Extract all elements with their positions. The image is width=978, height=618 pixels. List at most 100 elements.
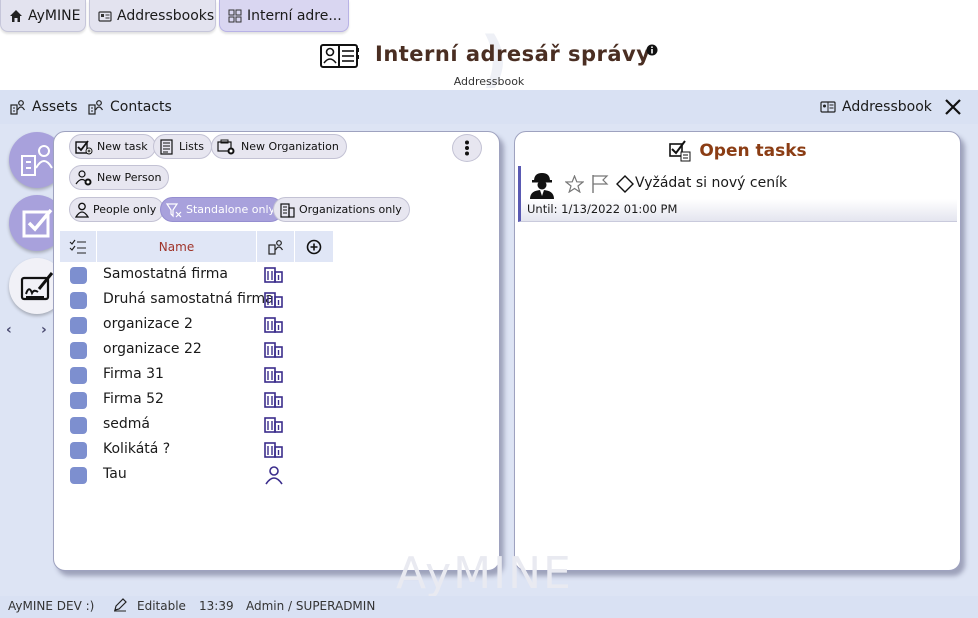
close-button[interactable] bbox=[944, 90, 962, 124]
row-checkbox[interactable] bbox=[70, 367, 87, 384]
contacts-list: Samostatná firma Druhá samostatná firma … bbox=[60, 262, 334, 487]
row-name[interactable]: sedmá bbox=[103, 416, 150, 432]
person-add-icon bbox=[75, 169, 93, 186]
filter-people-label: People only bbox=[93, 203, 157, 216]
contacts-icon bbox=[88, 99, 104, 115]
task-check-icon bbox=[20, 206, 54, 240]
pencil-icon bbox=[113, 598, 127, 612]
nav-addressbook-label: Addressbook bbox=[842, 99, 932, 115]
nav-contacts[interactable]: Contacts bbox=[88, 90, 172, 124]
filter-standalone-only[interactable]: Standalone only bbox=[160, 197, 284, 222]
page-title: Interní adresář správy bbox=[375, 42, 651, 66]
table-row[interactable]: Druhá samostatná firma bbox=[60, 287, 334, 312]
info-icon[interactable] bbox=[646, 44, 658, 56]
person-icon bbox=[264, 466, 284, 485]
task-card[interactable]: Vyžádat si nový ceník Until: 1/13/2022 0… bbox=[518, 166, 957, 222]
grid-icon bbox=[228, 9, 242, 23]
organization-icon bbox=[264, 341, 284, 358]
organization-icon bbox=[264, 391, 284, 408]
table-row[interactable]: Firma 52 bbox=[60, 387, 334, 412]
tab-label: Interní adre... bbox=[247, 7, 342, 24]
row-checkbox[interactable] bbox=[70, 342, 87, 359]
tab-label: AyMINE bbox=[28, 7, 81, 24]
new-person-button[interactable]: New Person bbox=[69, 165, 170, 190]
row-checkbox[interactable] bbox=[70, 317, 87, 334]
tab-label: Addressbooks bbox=[117, 7, 215, 24]
tab-aymine[interactable]: AyMINE bbox=[0, 0, 86, 32]
tab-addressbooks[interactable]: Addressbooks bbox=[89, 0, 216, 32]
select-all-column[interactable] bbox=[60, 231, 97, 262]
contacts-panel: New task Lists New Organization New Pers… bbox=[53, 131, 500, 571]
top-tabs: AyMINE Addressbooks Interní adre... bbox=[0, 0, 978, 32]
type-column-header[interactable] bbox=[257, 231, 295, 262]
task-check-icon bbox=[669, 140, 691, 162]
tab-interni-adresar[interactable]: Interní adre... bbox=[219, 0, 349, 32]
page-header: ) Interní adresář správy Addressbook bbox=[0, 32, 978, 90]
row-checkbox[interactable] bbox=[70, 267, 87, 284]
table-row[interactable]: Kolikátá ? bbox=[60, 437, 334, 462]
row-checkbox[interactable] bbox=[70, 417, 87, 434]
organization-icon bbox=[264, 366, 284, 383]
row-checkbox[interactable] bbox=[70, 467, 87, 484]
close-icon bbox=[944, 98, 962, 116]
worker-avatar-icon bbox=[529, 171, 555, 199]
table-row[interactable]: Samostatná firma bbox=[60, 262, 334, 287]
nav-assets[interactable]: Assets bbox=[10, 90, 78, 124]
task-title[interactable]: Vyžádat si nový ceník bbox=[635, 175, 787, 191]
sign-document-icon bbox=[19, 269, 55, 303]
lists-button[interactable]: Lists bbox=[153, 134, 212, 159]
home-icon bbox=[9, 9, 23, 23]
row-checkbox[interactable] bbox=[70, 442, 87, 459]
row-name[interactable]: Firma 52 bbox=[103, 391, 164, 407]
contacts-icon bbox=[267, 239, 284, 255]
new-organization-button[interactable]: New Organization bbox=[211, 134, 347, 159]
table-row[interactable]: sedmá bbox=[60, 412, 334, 437]
row-name[interactable]: Druhá samostatná firma bbox=[103, 291, 274, 307]
add-column-button[interactable] bbox=[295, 231, 334, 262]
list-icon bbox=[159, 138, 175, 155]
nav-addressbook[interactable]: Addressbook bbox=[820, 90, 932, 124]
row-name[interactable]: organizace 2 bbox=[103, 316, 193, 332]
new-task-icon bbox=[75, 139, 93, 155]
flag-icon[interactable] bbox=[591, 174, 609, 194]
more-menu-button[interactable] bbox=[452, 134, 482, 162]
checklist-icon bbox=[69, 239, 87, 255]
star-icon[interactable] bbox=[565, 175, 584, 193]
task-due-date: Until: 1/13/2022 01:00 PM bbox=[527, 202, 678, 216]
table-row[interactable]: organizace 2 bbox=[60, 312, 334, 337]
new-task-button[interactable]: New task bbox=[69, 134, 156, 159]
row-checkbox[interactable] bbox=[70, 292, 87, 309]
row-name[interactable]: Tau bbox=[103, 466, 127, 482]
status-user[interactable]: Admin / SUPERADMIN bbox=[246, 599, 375, 613]
row-name[interactable]: organizace 22 bbox=[103, 341, 202, 357]
status-bar: AyMINE DEV :) Editable 13:39 Admin / SUP… bbox=[0, 596, 978, 618]
main-area: ‹ › New task Lists New Organization New … bbox=[0, 124, 978, 599]
chevron-left-icon[interactable]: ‹ bbox=[6, 322, 12, 338]
organization-icon bbox=[264, 416, 284, 433]
row-name[interactable]: Firma 31 bbox=[103, 366, 164, 382]
page-subtitle: Addressbook bbox=[453, 75, 525, 88]
organization-icon bbox=[264, 291, 284, 308]
table-row[interactable]: Firma 31 bbox=[60, 362, 334, 387]
addressbook-icon bbox=[98, 9, 112, 23]
lists-label: Lists bbox=[179, 140, 204, 153]
new-person-label: New Person bbox=[97, 171, 162, 184]
contacts-icon bbox=[19, 142, 55, 178]
organization-icon bbox=[264, 441, 284, 458]
row-name[interactable]: Kolikátá ? bbox=[103, 441, 170, 457]
chevron-right-icon[interactable]: › bbox=[41, 322, 47, 338]
person-icon bbox=[75, 202, 89, 218]
organization-icon bbox=[264, 316, 284, 333]
table-row[interactable]: Tau bbox=[60, 462, 334, 487]
organization-icon bbox=[264, 266, 284, 283]
table-row[interactable]: organizace 22 bbox=[60, 337, 334, 362]
filter-organizations-label: Organizations only bbox=[299, 203, 402, 216]
row-checkbox[interactable] bbox=[70, 392, 87, 409]
filter-organizations-only[interactable]: Organizations only bbox=[273, 197, 410, 222]
more-vertical-icon bbox=[464, 140, 470, 156]
addressbook-title-icon bbox=[320, 42, 360, 70]
row-name[interactable]: Samostatná firma bbox=[103, 266, 228, 282]
new-organization-label: New Organization bbox=[241, 140, 339, 153]
filter-people-only[interactable]: People only bbox=[69, 197, 165, 222]
name-column-header[interactable]: Name bbox=[97, 231, 257, 262]
